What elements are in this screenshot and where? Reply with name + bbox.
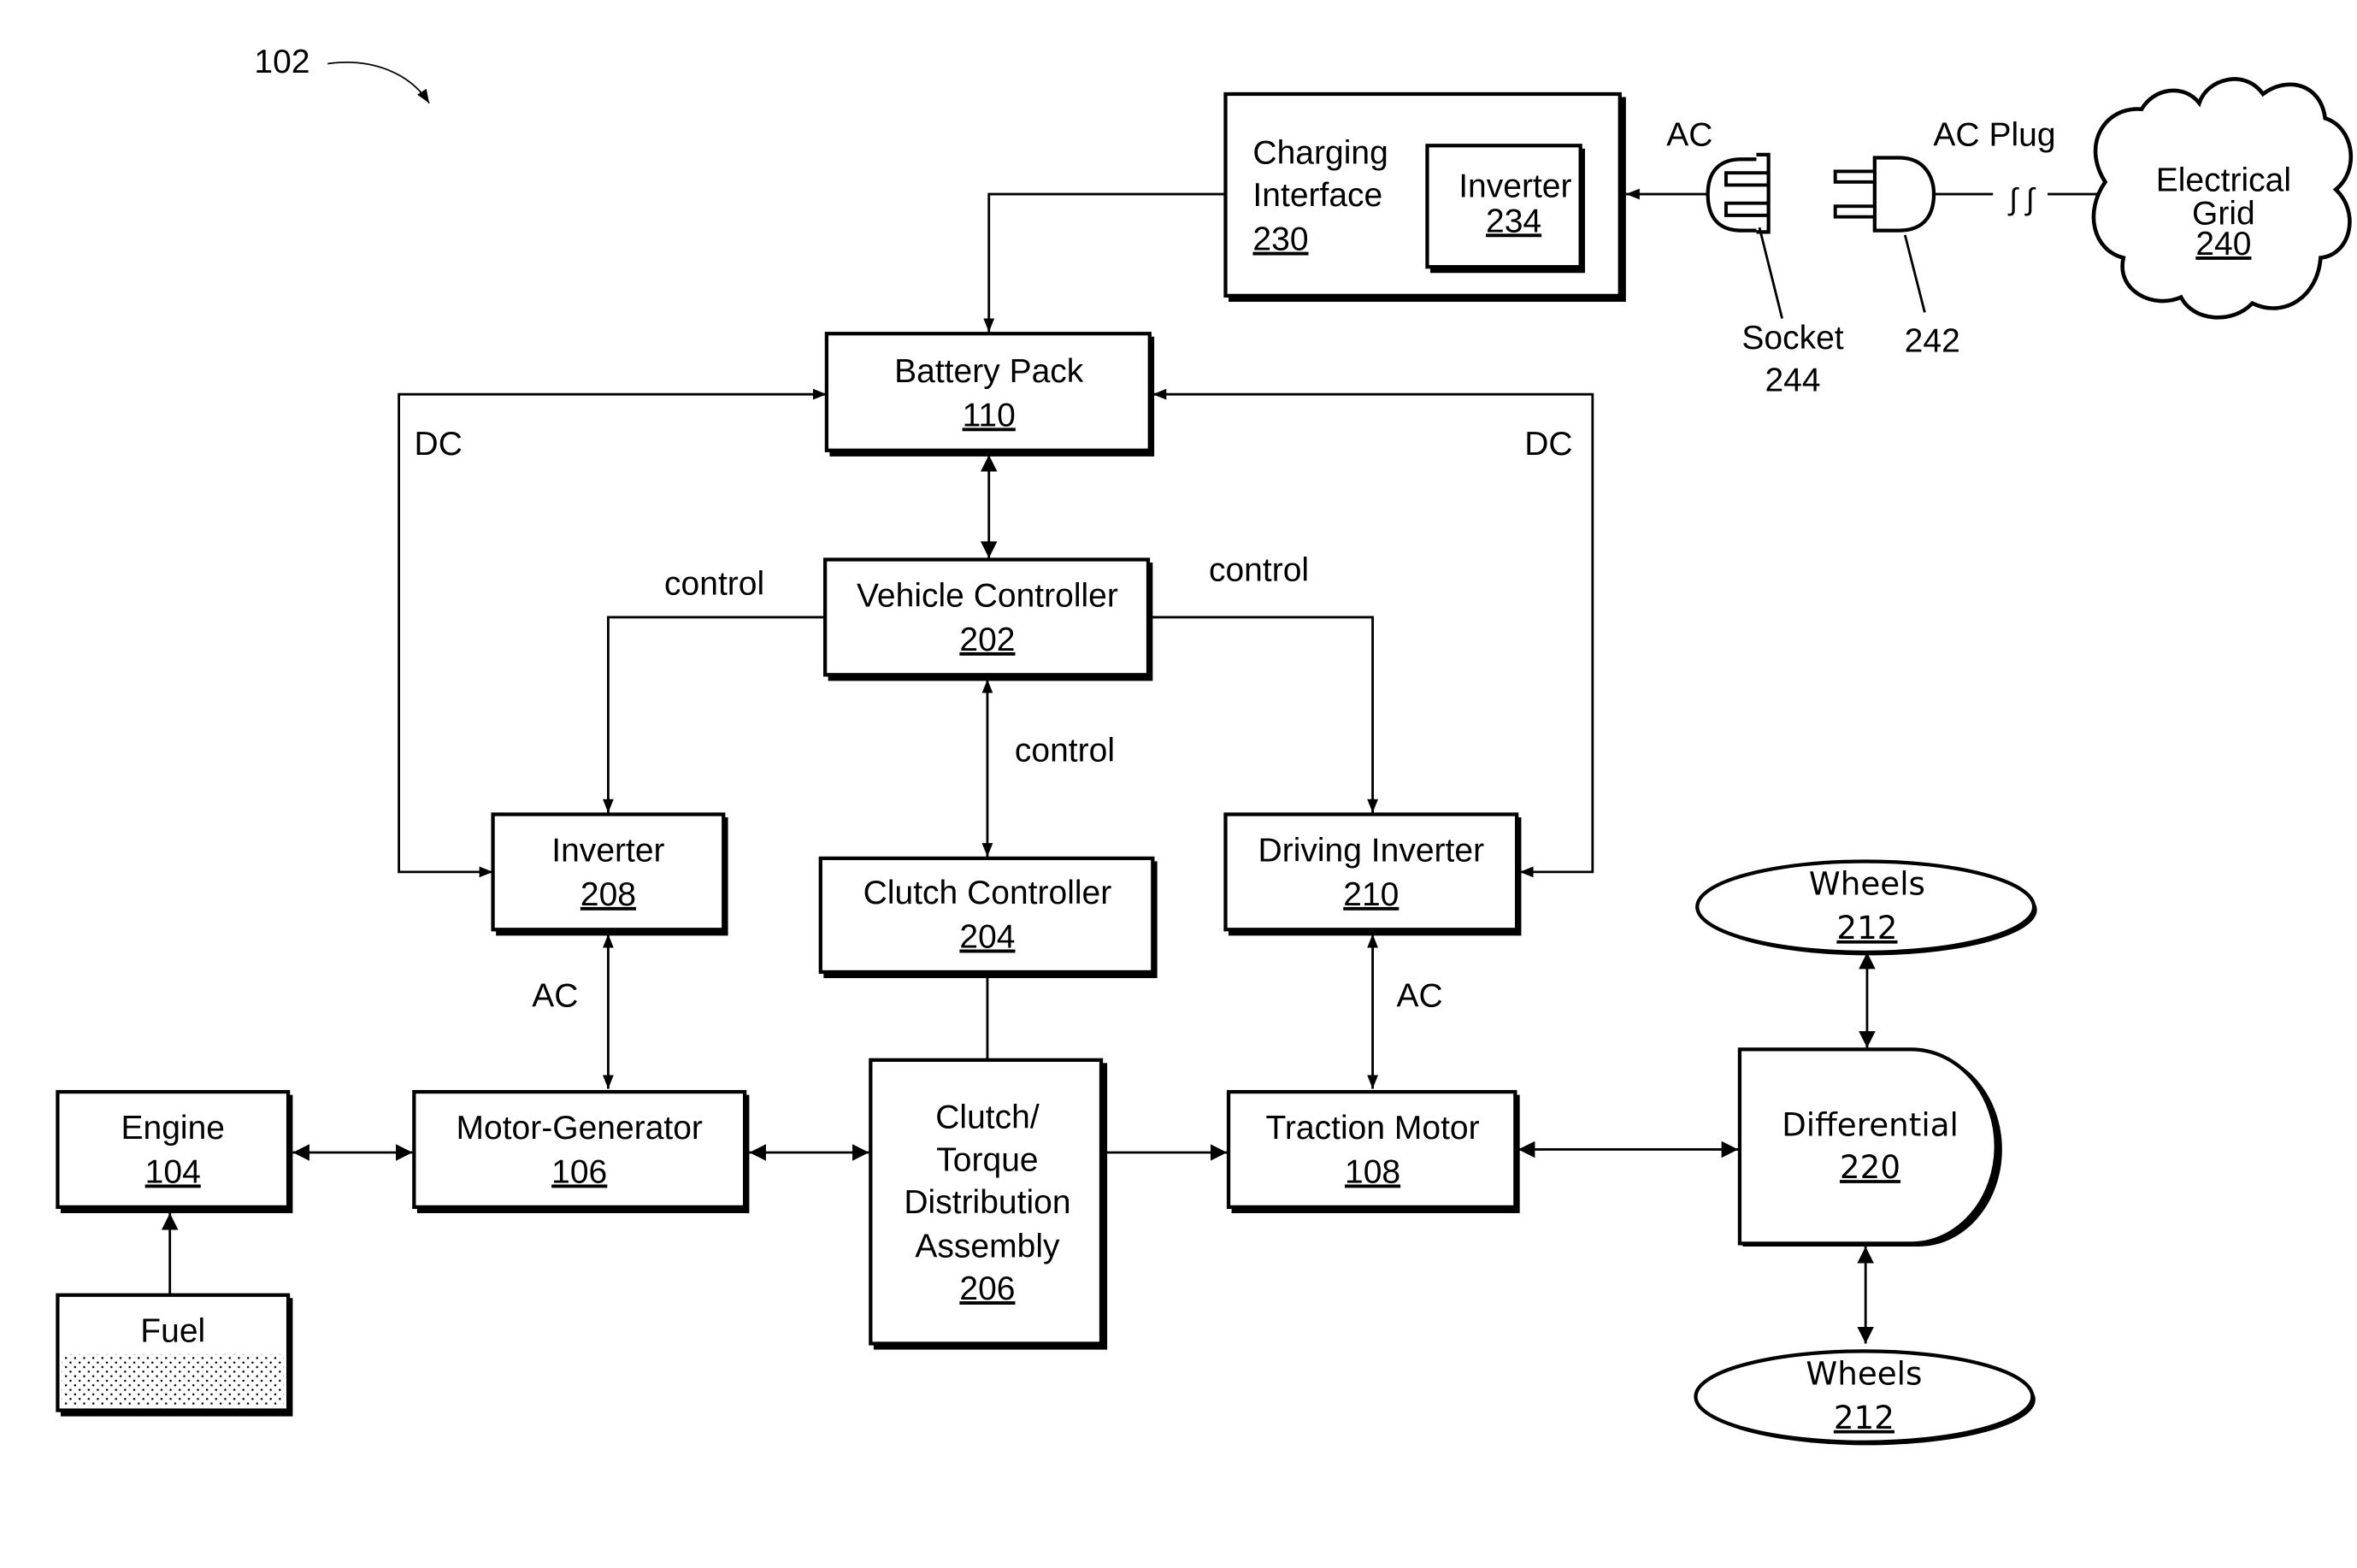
- ac-plug-label: AC Plug: [1933, 116, 2055, 153]
- differential-number: 220: [1840, 1148, 1900, 1186]
- ac-left-label: AC: [532, 978, 578, 1015]
- socket-icon[interactable]: [1706, 152, 1771, 234]
- driving-inverter-number: 210: [1343, 876, 1399, 913]
- clutch-torque-label-line1: Clutch/: [935, 1099, 1040, 1136]
- ac-plug-icon[interactable]: [1833, 156, 1936, 233]
- differential-block[interactable]: Differential 220: [1737, 1047, 2002, 1247]
- wheels-top-number: 212: [1836, 909, 1897, 946]
- inverter-234-block[interactable]: Inverter 234: [1425, 144, 1585, 274]
- wheels-bottom-block[interactable]: Wheels 212: [1694, 1349, 2036, 1446]
- figure-reference-arrow: [327, 62, 430, 104]
- dc-left-label: DC: [415, 426, 463, 463]
- control-center-label: control: [1015, 732, 1115, 769]
- fuel-level-pattern: [62, 1353, 284, 1406]
- vehicle-controller-block[interactable]: Vehicle Controller 202: [822, 557, 1153, 681]
- electrical-grid-label-line1: Electrical: [2156, 162, 2291, 198]
- motor-generator-block[interactable]: Motor-Generator 106: [412, 1089, 750, 1213]
- inverter-208-label: Inverter: [551, 832, 664, 869]
- engine-number: 104: [145, 1153, 201, 1190]
- control-left-label: control: [664, 565, 764, 602]
- control-right-label: control: [1209, 551, 1309, 588]
- ac-charging-label: AC: [1666, 116, 1712, 153]
- traction-motor-block[interactable]: Traction Motor 108: [1226, 1089, 1520, 1213]
- traction-motor-label: Traction Motor: [1266, 1110, 1480, 1147]
- motor-generator-label: Motor-Generator: [457, 1110, 703, 1147]
- hybrid-vehicle-block-diagram: 102 Charging Interface 230 Inverter 234 …: [56, 44, 2354, 1446]
- engine-block[interactable]: Engine 104: [56, 1089, 293, 1213]
- control-right-line: [1151, 616, 1378, 813]
- differential-label: Differential: [1782, 1106, 1959, 1144]
- engine-label: Engine: [121, 1110, 225, 1147]
- clutch-torque-assembly-block[interactable]: Clutch/ Torque Distribution Assembly 206: [869, 1058, 1108, 1350]
- figure-reference-number: 102: [254, 44, 309, 80]
- cord-break-symbol: ∫ ∫: [2007, 182, 2036, 216]
- clutch-controller-label: Clutch Controller: [863, 875, 1112, 911]
- clutch-controller-number: 204: [959, 919, 1015, 956]
- socket-label: Socket: [1741, 320, 1843, 357]
- fuel-tank-block[interactable]: Fuel: [56, 1293, 293, 1417]
- clutch-controller-block[interactable]: Clutch Controller 204: [818, 856, 1158, 979]
- charging-interface-number: 230: [1252, 221, 1308, 258]
- wheels-bottom-label: Wheels: [1806, 1354, 1922, 1392]
- ac-right-label: AC: [1396, 978, 1442, 1015]
- electrical-grid-number: 240: [2195, 226, 2251, 262]
- wheels-top-block[interactable]: Wheels 212: [1695, 859, 2037, 956]
- clutch-torque-number: 206: [959, 1270, 1015, 1307]
- clutch-torque-label-line3: Distribution: [904, 1184, 1070, 1221]
- motor-generator-number: 106: [551, 1153, 607, 1190]
- vehicle-controller-number: 202: [959, 622, 1015, 658]
- socket-leader-line: [1758, 227, 1783, 319]
- battery-pack-number: 110: [963, 397, 1016, 433]
- inverter-234-number: 234: [1486, 203, 1541, 239]
- wheels-bottom-number: 212: [1834, 1399, 1894, 1436]
- driving-inverter-block[interactable]: Driving Inverter 210: [1223, 812, 1522, 936]
- vehicle-controller-label: Vehicle Controller: [857, 577, 1118, 614]
- dc-right-label: DC: [1524, 426, 1572, 463]
- charging-interface-label-line2: Interface: [1252, 177, 1382, 214]
- inverter-234-label: Inverter: [1458, 168, 1571, 205]
- inverter-208-block[interactable]: Inverter 208: [491, 812, 728, 936]
- driving-inverter-label: Driving Inverter: [1258, 832, 1485, 869]
- battery-pack-label: Battery Pack: [894, 353, 1084, 390]
- inverter-208-number: 208: [580, 876, 636, 913]
- plug-number: 242: [1905, 323, 1960, 360]
- traction-motor-number: 108: [1345, 1153, 1400, 1190]
- battery-pack-block[interactable]: Battery Pack 110: [824, 332, 1155, 457]
- electrical-grid-cloud[interactable]: Electrical Grid 240: [2091, 77, 2354, 320]
- plug-leader-line: [1903, 234, 1926, 313]
- fuel-label: Fuel: [140, 1313, 205, 1350]
- wheels-top-label: Wheels: [1809, 864, 1925, 902]
- socket-number: 244: [1765, 363, 1820, 399]
- clutch-torque-label-line4: Assembly: [915, 1228, 1060, 1264]
- dc-left-line: [398, 388, 827, 878]
- control-left-line: [603, 616, 826, 813]
- charging-interface-label-line1: Charging: [1252, 135, 1388, 172]
- charging-to-battery-line: [983, 192, 1226, 333]
- clutch-torque-label-line2: Torque: [936, 1141, 1038, 1178]
